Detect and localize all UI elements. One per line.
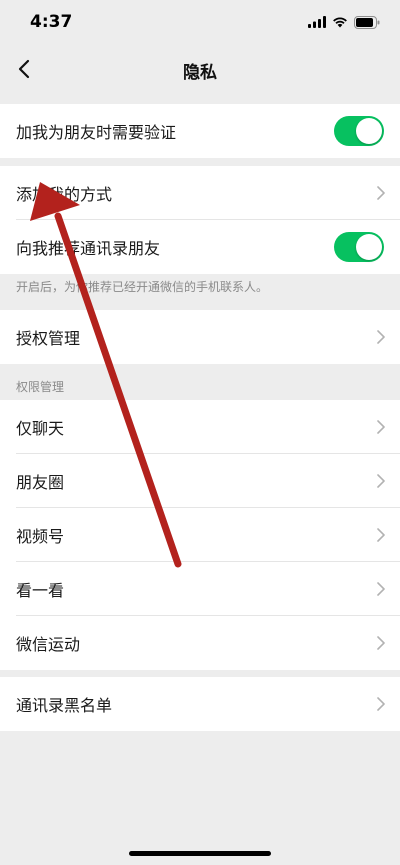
home-indicator: [129, 851, 271, 856]
blacklist-label: 通讯录黑名单: [16, 696, 113, 715]
verify-row: 加我为朋友时需要验证: [0, 104, 400, 158]
chevron-right-icon: [377, 582, 385, 596]
recommend-label: 向我推荐通讯录朋友: [16, 239, 161, 258]
toggle-knob: [356, 234, 382, 260]
permissions-group: 仅聊天 朋友圈 视频号 看一看 微信运动: [0, 400, 400, 670]
status-time: 4:37: [30, 12, 73, 32]
toggle-knob: [356, 118, 382, 144]
status-bar: 4:37: [0, 0, 400, 46]
blacklist-group: 通讯录黑名单: [0, 677, 400, 731]
battery-icon: [354, 15, 380, 29]
permission-item-werun[interactable]: 微信运动: [0, 616, 400, 670]
permission-item-channels[interactable]: 视频号: [0, 508, 400, 562]
chevron-right-icon: [377, 186, 385, 200]
add-methods-group: 添加我的方式 向我推荐通讯录朋友: [0, 166, 400, 274]
recommend-hint: 开启后，为你推荐已经开通微信的手机联系人。: [16, 280, 269, 294]
permission-item-top-stories[interactable]: 看一看: [0, 562, 400, 616]
chevron-right-icon: [377, 528, 385, 542]
cellular-signal-icon: [308, 16, 326, 28]
status-icons: [308, 14, 380, 30]
chevron-right-icon: [377, 420, 385, 434]
auth-label: 授权管理: [16, 329, 81, 348]
permission-item-chat-only[interactable]: 仅聊天: [0, 400, 400, 454]
auth-row[interactable]: 授权管理: [0, 310, 400, 364]
recommend-row: 向我推荐通讯录朋友: [0, 220, 400, 274]
permission-label: 朋友圈: [16, 473, 65, 492]
add-methods-label: 添加我的方式: [16, 185, 113, 204]
chevron-right-icon: [377, 697, 385, 711]
chevron-right-icon: [377, 636, 385, 650]
recommend-toggle[interactable]: [334, 232, 384, 262]
blacklist-row[interactable]: 通讯录黑名单: [0, 677, 400, 731]
chevron-right-icon: [377, 330, 385, 344]
wifi-icon: [333, 17, 347, 28]
permission-label: 仅聊天: [16, 419, 65, 438]
permission-label: 看一看: [16, 581, 65, 600]
auth-group: 授权管理: [0, 310, 400, 364]
chevron-right-icon: [377, 474, 385, 488]
verify-toggle[interactable]: [334, 116, 384, 146]
nav-bar: 隐私: [0, 46, 400, 92]
page-title: 隐私: [183, 63, 217, 83]
permissions-section-title: 权限管理: [16, 380, 65, 394]
permission-item-moments[interactable]: 朋友圈: [0, 454, 400, 508]
verify-label: 加我为朋友时需要验证: [16, 123, 177, 142]
verify-group: 加我为朋友时需要验证: [0, 104, 400, 158]
add-methods-row[interactable]: 添加我的方式: [0, 166, 400, 220]
permission-label: 微信运动: [16, 635, 81, 654]
permission-label: 视频号: [16, 527, 65, 546]
